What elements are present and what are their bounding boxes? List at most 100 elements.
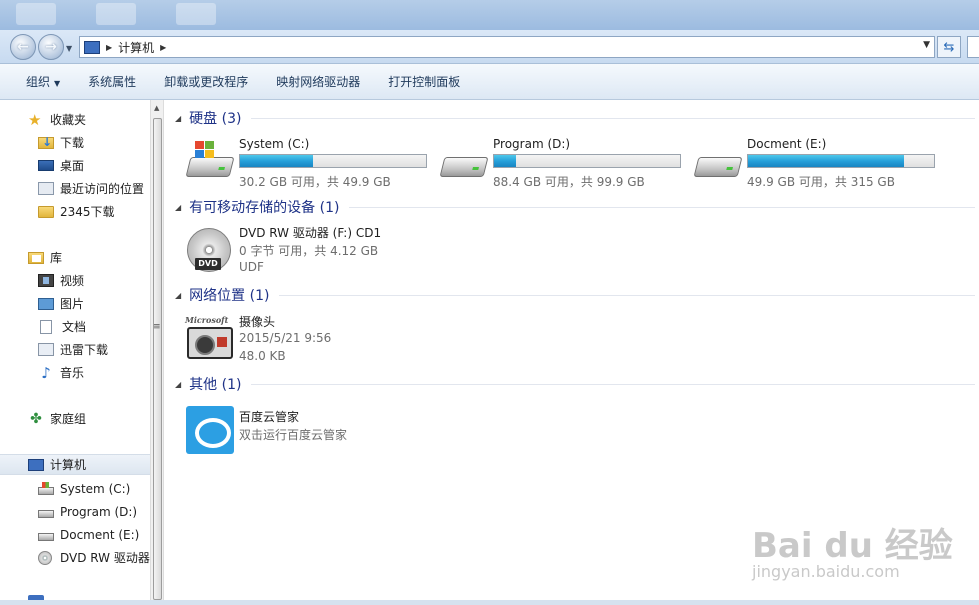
forward-button[interactable]: → bbox=[38, 34, 64, 60]
nav-label: 最近访问的位置 bbox=[60, 182, 145, 196]
nav-label: 文档 bbox=[62, 320, 87, 334]
dvd-label: DVD bbox=[195, 258, 221, 270]
taskbar-ghost bbox=[16, 3, 56, 25]
breadcrumb-chevron-icon[interactable]: ▶ bbox=[106, 43, 112, 52]
breadcrumb-computer[interactable]: 计算机 bbox=[118, 39, 154, 56]
dvd-free-space: 0 字节 可用，共 4.12 GB bbox=[239, 244, 379, 258]
nav-label: 图片 bbox=[60, 297, 85, 311]
scrollbar-thumb[interactable] bbox=[153, 118, 162, 600]
drive-free-space: 49.9 GB 可用，共 315 GB bbox=[747, 175, 895, 189]
back-arrow-icon: ← bbox=[17, 39, 29, 55]
camera-size: 48.0 KB bbox=[239, 349, 286, 363]
nav-music[interactable]: ♪ 音乐 bbox=[0, 362, 150, 383]
title-bar bbox=[0, 0, 979, 30]
nav-label: 迅雷下载 bbox=[60, 343, 109, 357]
group-hard-disks[interactable]: ◢ 硬盘 (3) bbox=[175, 108, 975, 128]
back-button[interactable]: ← bbox=[10, 34, 36, 60]
group-removable-storage[interactable]: ◢ 有可移动存储的设备 (1) bbox=[175, 197, 975, 217]
collapse-triangle-icon[interactable]: ◢ bbox=[175, 291, 181, 300]
nav-documents[interactable]: 文档 bbox=[0, 316, 150, 337]
nav-2345-downloads[interactable]: 2345下载 bbox=[0, 201, 150, 222]
system-drive-icon bbox=[185, 141, 235, 185]
nav-drive-f[interactable]: DVD RW 驱动器 bbox=[0, 547, 150, 568]
nav-downloads[interactable]: 下载 bbox=[0, 132, 150, 153]
refresh-button[interactable]: ⇆ bbox=[937, 36, 961, 58]
nav-computer[interactable]: 计算机 bbox=[0, 454, 150, 475]
nav-label: 2345下载 bbox=[60, 205, 115, 219]
drive-free-space: 88.4 GB 可用，共 99.9 GB bbox=[493, 175, 645, 189]
baidu-jingyan-watermark: Bai du 经验 bbox=[752, 526, 953, 566]
nav-desktop[interactable]: 桌面 bbox=[0, 155, 150, 176]
drive-tile-d[interactable]: Program (D:) 88.4 GB 可用，共 99.9 GB bbox=[439, 137, 689, 193]
nav-pictures[interactable]: 图片 bbox=[0, 293, 150, 314]
hard-drive-icon bbox=[439, 141, 489, 185]
baidu-cloud-name: 百度云管家 bbox=[239, 410, 300, 424]
nav-label: Docment (E:) bbox=[60, 527, 140, 542]
open-control-panel-button[interactable]: 打开控制面板 bbox=[378, 73, 470, 90]
webcam-icon: Microsoft bbox=[185, 315, 235, 361]
nav-label: 库 bbox=[50, 251, 63, 265]
video-library-icon bbox=[38, 274, 54, 287]
nav-scrollbar[interactable]: ▲ ≡ bbox=[150, 100, 164, 605]
drive-tile-e[interactable]: Docment (E:) 49.9 GB 可用，共 315 GB bbox=[693, 137, 943, 193]
library-icon bbox=[28, 251, 44, 264]
drive-tile-c[interactable]: System (C:) 30.2 GB 可用，共 49.9 GB bbox=[185, 137, 435, 193]
command-bar: 组织 ▼ 系统属性 卸载或更改程序 映射网络驱动器 打开控制面板 bbox=[0, 64, 979, 100]
dvd-drive-tile[interactable]: DVD DVD RW 驱动器 (F:) CD1 0 字节 可用，共 4.12 G… bbox=[185, 224, 445, 280]
history-dropdown-icon[interactable]: ▼ bbox=[66, 44, 72, 53]
refresh-icon: ⇆ bbox=[943, 39, 955, 55]
camera-brand: Microsoft bbox=[185, 315, 229, 325]
taskbar-ghost bbox=[176, 3, 216, 25]
group-title: 有可移动存储的设备 (1) bbox=[189, 200, 340, 216]
usage-fill bbox=[748, 155, 905, 167]
group-title: 其他 (1) bbox=[189, 377, 242, 393]
navigation-pane: ★ 收藏夹 下载 桌面 最近访问的位置 2345下载 库 视频 图片 文档 迅雷下… bbox=[0, 100, 150, 605]
dvd-drive-icon: DVD bbox=[185, 228, 235, 272]
drive-usage-bar bbox=[747, 154, 935, 168]
desktop-icon bbox=[38, 160, 54, 171]
collapse-triangle-icon[interactable]: ◢ bbox=[175, 380, 181, 389]
address-dropdown-icon[interactable]: ▼ bbox=[923, 40, 930, 50]
search-input[interactable] bbox=[967, 36, 979, 58]
nav-homegroup[interactable]: ✤ 家庭组 bbox=[0, 408, 150, 429]
nav-drive-d[interactable]: Program (D:) bbox=[0, 501, 150, 522]
nav-label: 收藏夹 bbox=[50, 113, 87, 127]
computer-icon bbox=[84, 40, 100, 54]
group-divider bbox=[279, 294, 975, 296]
collapse-triangle-icon[interactable]: ◢ bbox=[175, 114, 181, 123]
system-properties-button[interactable]: 系统属性 bbox=[78, 73, 146, 90]
organize-button[interactable]: 组织 ▼ bbox=[16, 73, 70, 90]
scroll-up-icon[interactable]: ▲ bbox=[154, 104, 159, 112]
star-icon: ★ bbox=[28, 110, 42, 129]
nav-recent-places[interactable]: 最近访问的位置 bbox=[0, 178, 150, 199]
nav-label: Program (D:) bbox=[60, 504, 138, 519]
uninstall-program-button[interactable]: 卸载或更改程序 bbox=[154, 73, 258, 90]
collapse-triangle-icon[interactable]: ◢ bbox=[175, 203, 181, 212]
drive-usage-bar bbox=[493, 154, 681, 168]
watermark-url: jingyan.baidu.com bbox=[752, 562, 900, 581]
camera-tile[interactable]: Microsoft 摄像头 2015/5/21 9:56 48.0 KB bbox=[185, 313, 445, 369]
usage-fill bbox=[240, 155, 313, 167]
nav-drive-c[interactable]: System (C:) bbox=[0, 478, 150, 499]
organize-label: 组织 bbox=[26, 75, 51, 89]
computer-icon bbox=[28, 458, 44, 471]
breadcrumb-chevron-icon[interactable]: ▶ bbox=[160, 43, 166, 52]
group-other[interactable]: ◢ 其他 (1) bbox=[175, 374, 975, 394]
xunlei-library-icon bbox=[38, 343, 54, 356]
address-bar[interactable]: ▶ 计算机 ▶ ▼ bbox=[79, 36, 935, 58]
nav-xunlei-downloads[interactable]: 迅雷下载 bbox=[0, 339, 150, 360]
nav-label: 音乐 bbox=[60, 366, 85, 380]
hard-drive-icon bbox=[693, 141, 743, 185]
homegroup-icon: ✤ bbox=[30, 410, 42, 427]
status-bar bbox=[0, 600, 979, 605]
chevron-down-icon: ▼ bbox=[54, 79, 61, 88]
nav-label: 下载 bbox=[60, 136, 85, 150]
nav-videos[interactable]: 视频 bbox=[0, 270, 150, 291]
group-network-locations[interactable]: ◢ 网络位置 (1) bbox=[175, 285, 975, 305]
baidu-cloud-tile[interactable]: 百度云管家 双击运行百度云管家 bbox=[185, 402, 445, 458]
nav-libraries[interactable]: 库 bbox=[0, 247, 150, 268]
map-network-drive-button[interactable]: 映射网络驱动器 bbox=[266, 73, 370, 90]
group-title: 网络位置 (1) bbox=[189, 288, 270, 304]
nav-drive-e[interactable]: Docment (E:) bbox=[0, 524, 150, 545]
nav-favorites[interactable]: ★ 收藏夹 bbox=[0, 109, 150, 130]
